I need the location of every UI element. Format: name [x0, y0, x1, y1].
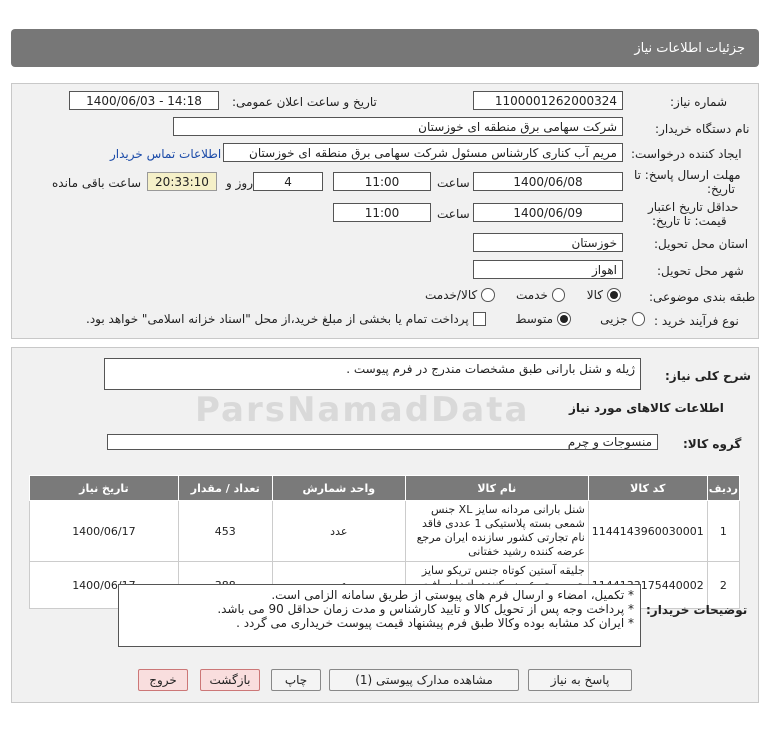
- cell-unit: عدد: [271, 500, 406, 562]
- col-code: کد کالا: [587, 475, 708, 501]
- col-date: تاریخ نیاز: [29, 475, 179, 501]
- cell-qty: 453: [177, 500, 273, 562]
- process-option-minor: جزیی: [600, 312, 628, 326]
- goods-group-label: گروه کالا:: [683, 437, 742, 451]
- category-option-goods: کالا: [586, 288, 603, 302]
- deadline-date-field: 1400/06/08: [473, 172, 623, 191]
- creator-field: مریم آب کناری کارشناس مسئول شرکت سهامی ب…: [223, 143, 623, 162]
- exit-button[interactable]: خروج: [138, 669, 188, 691]
- notes-box: * تکمیل، امضاء و ارسال فرم های پیوستی از…: [118, 584, 641, 647]
- notes-label: توضیحات خریدار:: [646, 603, 748, 617]
- city-field: اهواز: [473, 260, 623, 279]
- cell-code: 1144143960030001: [587, 500, 708, 562]
- category-label: طبقه بندی موضوعی:: [649, 290, 756, 304]
- description-label: شرح کلی نیاز:: [665, 369, 751, 383]
- validity-label-2: قیمت: تا تاریخ:: [652, 214, 727, 228]
- buyer-field: شرکت سهامی برق منطقه ای خوزستان: [173, 117, 623, 136]
- table-row: 1 1144143960030001 شنل بارانی مردانه سای…: [29, 500, 741, 562]
- goods-section-title: اطلاعات کالاهای مورد نیاز: [569, 401, 724, 415]
- col-row: ردیف: [706, 475, 741, 501]
- category-radio-goods[interactable]: [607, 288, 621, 302]
- print-button[interactable]: چاپ: [271, 669, 321, 691]
- days-label: روز و: [226, 176, 253, 190]
- goods-group-field: منسوجات و چرم: [107, 434, 658, 450]
- description-field: ژیله و شنل بارانی طبق مشخصات مندرج در فر…: [104, 358, 641, 390]
- page-title: جزئیات اطلاعات نیاز: [634, 40, 745, 56]
- items-table-header: ردیف کد کالا نام کالا واحد شمارش تعداد /…: [29, 475, 741, 501]
- treasury-checkbox[interactable]: [472, 312, 487, 326]
- cell-row: 2: [706, 561, 741, 609]
- city-label: شهر محل تحویل:: [657, 264, 744, 278]
- validity-label-1: حداقل تاریخ اعتبار: [648, 200, 739, 214]
- province-field: خوزستان: [473, 233, 623, 252]
- col-qty: تعداد / مقدار: [177, 475, 273, 501]
- deadline-time-field: 11:00: [333, 172, 431, 191]
- province-label: استان محل تحویل:: [654, 237, 749, 251]
- need-number-field: 1100001262000324: [473, 91, 623, 110]
- buyer-label: نام دستگاه خریدار:: [655, 122, 750, 136]
- back-button[interactable]: بازگشت: [200, 669, 260, 691]
- creator-label: ایجاد کننده درخواست:: [631, 147, 742, 161]
- col-unit: واحد شمارش: [271, 475, 406, 501]
- contact-buyer-link[interactable]: اطلاعات تماس خریدار: [110, 147, 221, 161]
- announce-label: تاریخ و ساعت اعلان عمومی:: [232, 95, 377, 109]
- payment-note: پرداخت تمام یا بخشی از مبلغ خرید،از محل …: [86, 312, 469, 326]
- category-option-both: کالا/خدمت: [425, 288, 478, 302]
- category-option-service: خدمت: [516, 288, 548, 302]
- remaining-label: ساعت باقی مانده: [52, 176, 142, 190]
- need-number-label: شماره نیاز:: [670, 95, 727, 109]
- note-line: * تکمیل، امضاء و ارسال فرم های پیوستی از…: [271, 588, 634, 602]
- announce-field: 1400/06/03 - 14:18: [69, 91, 219, 110]
- validity-time-field: 11:00: [333, 203, 431, 222]
- process-radio-medium[interactable]: [557, 312, 572, 326]
- attachments-button[interactable]: مشاهده مدارک پیوستی (1): [329, 669, 519, 691]
- process-options: جزیی متوسط پرداخت تمام یا بخشی از مبلغ خ…: [86, 312, 645, 326]
- reply-button[interactable]: پاسخ به نیاز: [528, 669, 632, 691]
- process-radio-minor[interactable]: [631, 312, 645, 326]
- col-name: نام کالا: [404, 475, 589, 501]
- process-option-medium: متوسط: [515, 312, 554, 326]
- validity-time-label: ساعت: [437, 207, 470, 221]
- deadline-time-label: ساعت: [437, 176, 470, 190]
- validity-date-field: 1400/06/09: [473, 203, 623, 222]
- deadline-label-1: مهلت ارسال پاسخ: تا: [634, 168, 741, 182]
- days-field: 4: [253, 172, 323, 191]
- deadline-label-2: تاریخ:: [707, 182, 735, 196]
- page-header: جزئیات اطلاعات نیاز: [11, 29, 759, 67]
- category-radio-both[interactable]: [481, 288, 495, 302]
- cell-name: شنل بارانی مردانه سایز XL جنس شمعی بسته …: [404, 500, 589, 562]
- cell-date: 1400/06/17: [29, 500, 179, 562]
- note-line: * پرداخت وجه پس از تحویل کالا و تایید کا…: [217, 602, 634, 616]
- cell-row: 1: [706, 500, 741, 562]
- remaining-timer: 20:33:10: [147, 172, 217, 191]
- note-line: * ایران کد مشابه بوده وکالا طبق فرم پیشن…: [236, 616, 634, 630]
- category-options: کالا خدمت کالا/خدمت: [425, 288, 621, 302]
- process-label: نوع فرآیند خرید :: [654, 314, 739, 328]
- category-radio-service[interactable]: [551, 288, 566, 302]
